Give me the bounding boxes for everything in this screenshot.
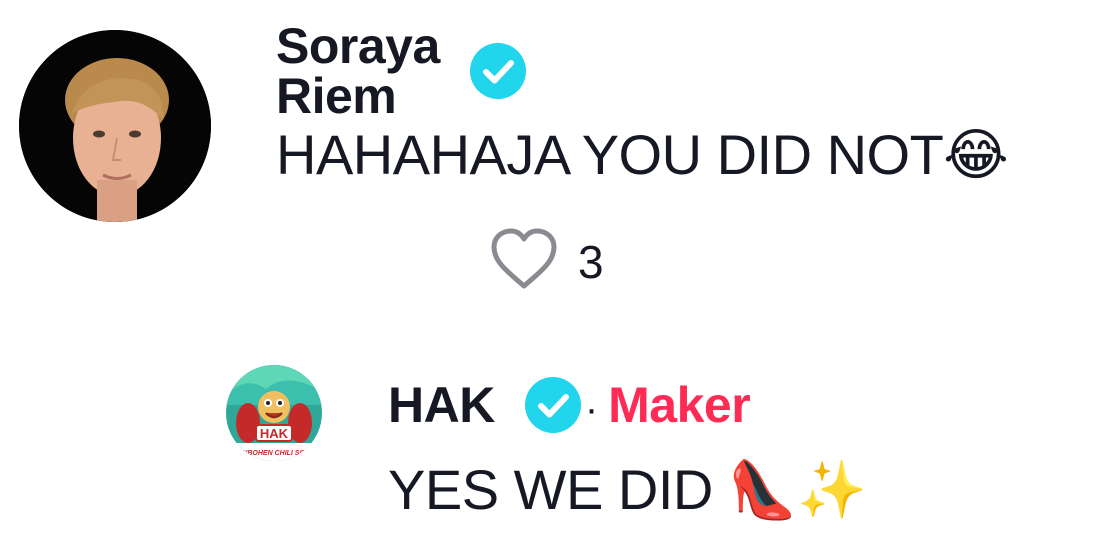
reply-text: YES WE DID 👠✨ (388, 458, 867, 521)
verified-badge-icon (469, 43, 526, 99)
reply-avatar[interactable]: HAK HEYBOHEN CHILI SCHO (226, 365, 322, 461)
like-count: 3 (578, 235, 604, 288)
heart-outline-icon[interactable] (488, 226, 560, 297)
avatar-logo-text: HAK (260, 426, 289, 441)
verified-badge-icon (524, 377, 581, 433)
reply-header: HAK · Maker (388, 372, 751, 438)
comment-text: HAHAHAJA YOU DID NOT😂 (276, 123, 1009, 186)
separator-dot: · (584, 387, 599, 431)
avatar-logo: HAK HEYBOHEN CHILI SCHO (226, 365, 322, 461)
reply-author-name[interactable]: HAK (388, 380, 495, 430)
like-button[interactable]: 3 (488, 226, 604, 297)
comment-header: Soraya Riem (276, 21, 526, 121)
avatar-logo-caption: HEYBOHEN CHILI SCHO (233, 450, 316, 457)
creator-tag: Maker (608, 377, 751, 433)
comment-author-name[interactable]: Soraya Riem (276, 21, 440, 121)
avatar[interactable] (19, 30, 211, 222)
avatar-photo (19, 30, 211, 222)
